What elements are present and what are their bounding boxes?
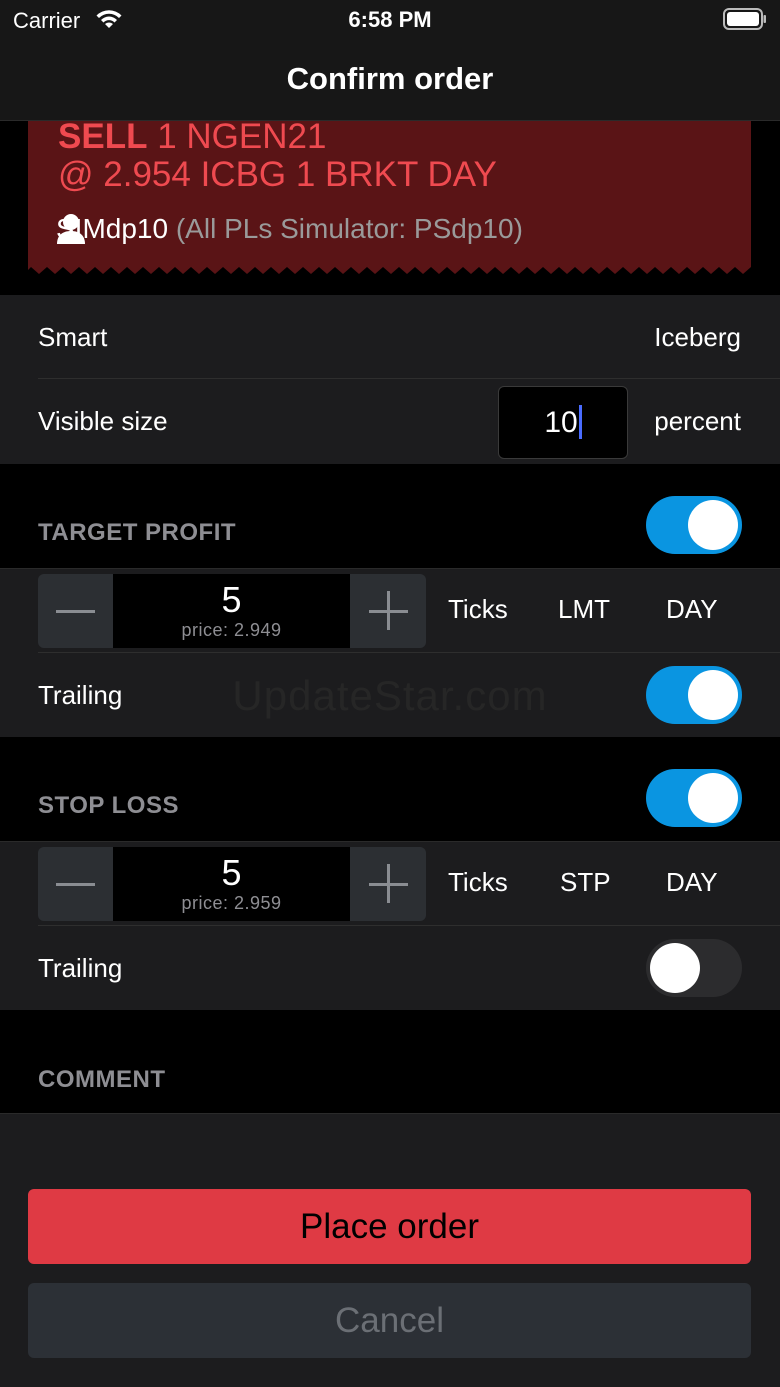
stop-loss-title: STOP LOSS [38, 792, 179, 819]
target-profit-order-type[interactable]: LMT [558, 594, 610, 625]
comment-title: COMMENT [38, 1066, 166, 1093]
target-profit-increment-button[interactable] [351, 574, 426, 648]
target-profit-title: TARGET PROFIT [38, 519, 237, 546]
minus-icon [56, 883, 95, 886]
target-profit-price: price: 2.949 [181, 620, 282, 640]
order-side: SELL [58, 117, 148, 156]
stop-loss-trailing-row: Trailing [0, 926, 780, 1011]
text-caret [578, 405, 582, 440]
stop-loss-stepper-row: 5 price: 2.959 Ticks STP DAY [0, 842, 780, 926]
stop-loss-unit[interactable]: Ticks [448, 867, 508, 898]
visible-size-value: 10 [544, 406, 578, 439]
order-summary-line1: SELL 1 NGEN21 [58, 119, 326, 154]
clock: 6:58 PM [348, 7, 432, 32]
stop-loss-toggle[interactable] [646, 769, 742, 827]
action-bar: Place order Cancel [0, 1171, 780, 1387]
stop-loss-group: 5 price: 2.959 Ticks STP DAY Trailing [0, 841, 780, 1010]
stop-loss-trailing-label: Trailing [38, 953, 123, 983]
plus-icon-vertical [387, 864, 390, 903]
target-profit-ticks-field[interactable]: 5 price: 2.949 [113, 574, 350, 648]
navigation-bar: Confirm order [0, 40, 780, 121]
order-ticket: SELL 1 NGEN21 @ 2.954 ICBG 1 BRKT DAY SI… [28, 119, 751, 274]
comment-input[interactable] [0, 1113, 780, 1171]
minus-icon [56, 610, 95, 613]
stop-loss-price: price: 2.959 [181, 893, 282, 913]
smart-label: Smart [38, 322, 108, 352]
toggle-knob [688, 500, 738, 550]
target-profit-duration[interactable]: DAY [666, 594, 718, 625]
toggle-knob [650, 943, 700, 993]
account-info: SIMdp10 (All PLs Simulator: PSdp10) [56, 213, 523, 245]
status-bar: Carrier 6:58 PM [0, 0, 780, 40]
stop-loss-stepper: 5 price: 2.959 [38, 847, 426, 921]
page-title: Confirm order [286, 61, 494, 96]
visible-size-label: Visible size [38, 406, 168, 436]
stop-loss-increment-button[interactable] [351, 847, 426, 921]
target-profit-toggle[interactable] [646, 496, 742, 554]
stop-loss-ticks-field[interactable]: 5 price: 2.959 [113, 847, 350, 921]
battery-icon [723, 8, 766, 30]
order-settings-group: Smart Iceberg Visible size 10 percent [0, 295, 780, 464]
stop-loss-order-type[interactable]: STP [560, 867, 611, 898]
order-instrument: 1 NGEN21 [157, 117, 327, 156]
stop-loss-duration[interactable]: DAY [666, 867, 718, 898]
smart-row[interactable]: Smart Iceberg [0, 295, 780, 379]
stop-loss-ticks-value: 5 [221, 852, 242, 893]
target-profit-decrement-button[interactable] [38, 574, 113, 648]
order-summary-line2: @ 2.954 ICBG 1 BRKT DAY [58, 155, 497, 194]
plus-icon-vertical [387, 591, 390, 630]
visible-size-row: Visible size 10 percent [0, 379, 780, 464]
visible-size-input[interactable]: 10 [498, 386, 628, 459]
user-icon [57, 214, 85, 244]
target-profit-unit[interactable]: Ticks [448, 594, 508, 625]
toggle-knob [688, 773, 738, 823]
target-profit-stepper-row: 5 price: 2.949 Ticks LMT DAY [0, 569, 780, 653]
cancel-button[interactable]: Cancel [28, 1283, 751, 1358]
smart-value[interactable]: Iceberg [654, 322, 741, 353]
account-detail: (All PLs Simulator: PSdp10) [175, 213, 523, 244]
watermark: UpdateStar.com [232, 672, 548, 719]
stop-loss-decrement-button[interactable] [38, 847, 113, 921]
stop-loss-trailing-toggle[interactable] [646, 939, 742, 997]
place-order-button[interactable]: Place order [28, 1189, 751, 1264]
target-profit-stepper: 5 price: 2.949 [38, 574, 426, 648]
visible-size-unit: percent [654, 406, 741, 436]
target-profit-ticks-value: 5 [221, 579, 242, 620]
